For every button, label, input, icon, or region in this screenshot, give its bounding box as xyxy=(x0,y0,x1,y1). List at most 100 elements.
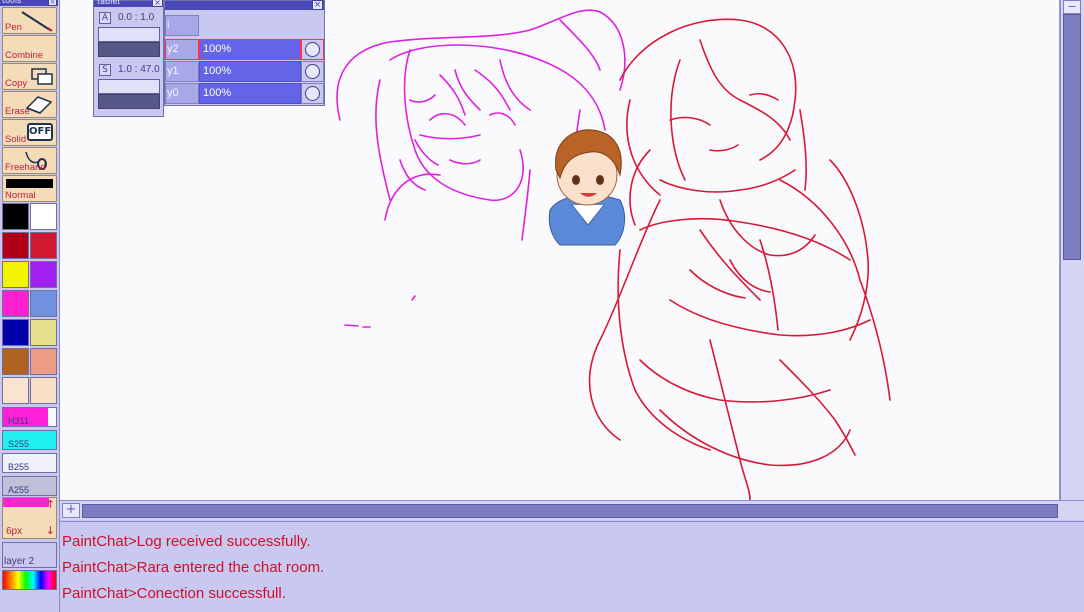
color-swatch[interactable] xyxy=(2,348,29,375)
off-toggle-icon: OFF xyxy=(27,123,53,141)
tablet-key[interactable]: A xyxy=(99,12,111,24)
tool-freehand[interactable]: Freehand xyxy=(2,147,57,174)
tool-solid[interactable]: OFF Solid xyxy=(2,119,57,146)
tool-erase[interactable]: Erase xyxy=(2,91,57,118)
tablet-curve-high[interactable] xyxy=(98,42,160,57)
visibility-circle-icon xyxy=(305,86,320,101)
brightness-slider[interactable]: B255 xyxy=(2,453,57,473)
alpha-slider[interactable]: A255 xyxy=(2,476,57,496)
tablet-section-header: S 1.0 : 47.0 xyxy=(98,63,160,77)
layer-name[interactable]: y2 xyxy=(165,39,199,60)
red-sketch xyxy=(588,18,891,500)
chat-line: PaintChat>Rara entered the chat room. xyxy=(62,559,325,576)
current-layer-selector[interactable]: layer 2 xyxy=(2,542,57,568)
layer-row[interactable]: y0 100% xyxy=(165,83,324,104)
tablet-close-button[interactable]: × xyxy=(152,0,163,7)
chat-log: PaintChat>Log received successfully. Pai… xyxy=(60,521,1084,612)
tablet-curve-low[interactable] xyxy=(98,27,160,42)
horizontal-scrollbar[interactable]: + xyxy=(60,500,1084,520)
layer-name[interactable]: y0 xyxy=(165,83,199,104)
pen-icon xyxy=(21,11,53,32)
color-spectrum-picker[interactable] xyxy=(2,570,57,590)
layer-visibility-toggle[interactable] xyxy=(301,83,324,104)
color-swatch[interactable] xyxy=(2,232,29,259)
tablet-range: 0.0 : 1.0 xyxy=(118,12,155,23)
scroll-up-button[interactable]: − xyxy=(1063,0,1081,14)
tools-panel: tools × Pen Combine Copy Erase OFF Solid… xyxy=(0,0,60,612)
saturation-slider[interactable]: S255 xyxy=(2,430,57,450)
close-icon: × xyxy=(154,0,161,7)
tools-close-button[interactable]: × xyxy=(48,0,57,6)
color-swatch[interactable] xyxy=(2,203,29,230)
layer-opacity[interactable]: 100% xyxy=(199,83,301,104)
brightness-value: B255 xyxy=(8,462,30,472)
tool-label: Freehand xyxy=(5,162,46,173)
chibi-avatar-sticker xyxy=(548,129,626,246)
close-icon: × xyxy=(313,0,322,10)
tool-label: Solid xyxy=(5,134,27,145)
color-swatch[interactable] xyxy=(2,261,29,288)
tool-copy[interactable]: Copy xyxy=(2,63,57,90)
tool-label: Erase xyxy=(5,106,30,117)
copy-icon xyxy=(31,68,53,85)
tablet-key[interactable]: S xyxy=(99,64,111,76)
layer-visibility-toggle[interactable] xyxy=(301,61,324,82)
current-layer-label: layer 2 xyxy=(4,556,35,567)
tablet-section-header: A 0.0 : 1.0 xyxy=(98,11,160,25)
color-swatch[interactable] xyxy=(2,377,29,404)
horizontal-scroll-thumb[interactable] xyxy=(82,504,1058,518)
size-up-icon[interactable]: ↑ xyxy=(46,498,55,511)
layer-visibility-toggle[interactable] xyxy=(301,39,324,60)
layer-name[interactable]: y1 xyxy=(165,61,199,82)
plus-icon: + xyxy=(65,502,77,517)
tool-label: Copy xyxy=(5,78,28,89)
hue-value: H311 xyxy=(8,416,29,426)
close-icon: × xyxy=(49,0,56,6)
color-swatch[interactable] xyxy=(30,319,57,346)
tool-blend-mode[interactable]: Normal xyxy=(2,175,57,202)
layer-row[interactable]: y2 100% xyxy=(165,39,324,60)
tablet-title: tablet xyxy=(97,0,121,6)
layer-opacity[interactable]: 100% xyxy=(199,61,301,82)
color-swatch[interactable] xyxy=(2,319,29,346)
tool-combine[interactable]: Combine xyxy=(2,35,57,62)
visibility-circle-icon xyxy=(305,64,320,79)
visibility-circle-icon xyxy=(305,42,320,57)
tablet-curve-high[interactable] xyxy=(98,94,160,109)
tablet-window: tablet × A 0.0 : 1.0 S 1.0 : 47.0 xyxy=(93,0,164,117)
color-swatch[interactable] xyxy=(30,290,57,317)
color-swatch[interactable] xyxy=(30,348,57,375)
tablet-size-section[interactable]: S 1.0 : 47.0 xyxy=(98,63,160,111)
color-swatch[interactable] xyxy=(2,290,29,317)
layer-opacity[interactable]: 100% xyxy=(199,39,301,60)
layer-row[interactable]: i xyxy=(165,15,324,36)
layer-name[interactable]: i xyxy=(165,15,199,36)
pen-size-control[interactable]: ↑ ↓ 6px xyxy=(2,497,57,539)
color-swatch[interactable] xyxy=(30,232,57,259)
pen-size-color-bar xyxy=(3,498,49,507)
size-down-icon[interactable]: ↓ xyxy=(46,524,55,537)
vertical-scrollbar[interactable]: − − xyxy=(1060,0,1084,520)
tool-pen[interactable]: Pen xyxy=(2,7,57,34)
zoom-in-button[interactable]: + xyxy=(62,503,80,518)
color-swatch[interactable] xyxy=(30,203,57,230)
hue-slider[interactable]: H311 xyxy=(2,407,57,427)
color-swatch[interactable] xyxy=(30,377,57,404)
minus-icon: − xyxy=(1067,0,1077,13)
layer-row[interactable]: y1 100% xyxy=(165,61,324,82)
current-color-bar xyxy=(6,179,53,188)
tablet-curve-low[interactable] xyxy=(98,79,160,94)
saturation-value: S255 xyxy=(8,439,30,449)
tool-label: Pen xyxy=(5,22,22,33)
tablet-alpha-section[interactable]: A 0.0 : 1.0 xyxy=(98,11,160,59)
layers-window: × i y2 100% y1 100% y0 100% xyxy=(164,0,325,106)
pen-size-value: 6px xyxy=(6,526,23,537)
alpha-value: A255 xyxy=(8,485,30,495)
tool-label: Normal xyxy=(5,190,36,201)
tools-title: tools xyxy=(2,0,22,5)
layers-titlebar[interactable] xyxy=(165,1,324,10)
color-swatch[interactable] xyxy=(30,261,57,288)
tool-label: Combine xyxy=(5,50,44,61)
vertical-scroll-thumb[interactable] xyxy=(1063,14,1081,260)
layers-close-button[interactable]: × xyxy=(312,0,323,10)
